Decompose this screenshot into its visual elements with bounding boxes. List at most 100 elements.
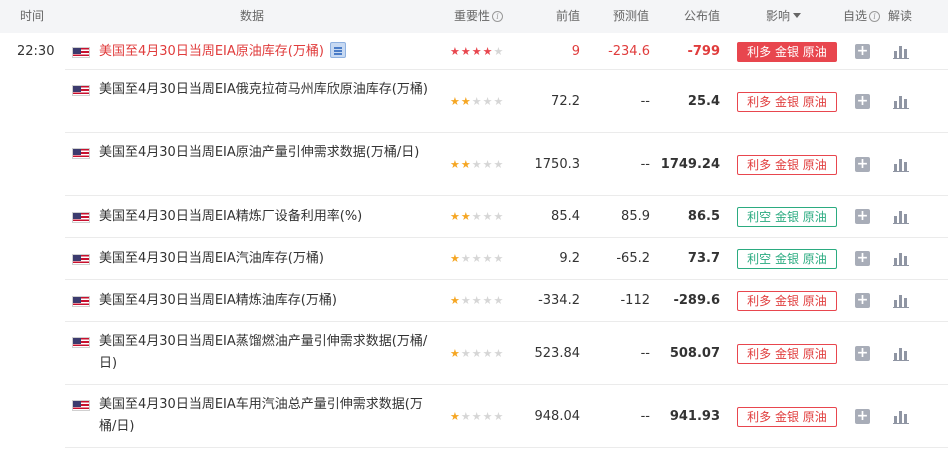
header-importance[interactable]: 重要性 i — [454, 0, 504, 33]
previous-value: 1750.3 — [534, 156, 581, 172]
previous-value: 85.4 — [551, 209, 580, 224]
star-icon: ★ — [482, 157, 494, 171]
forecast-value: -65.2 — [616, 251, 650, 266]
star-icon: ★ — [471, 210, 483, 223]
add-favorite-button[interactable]: + — [855, 293, 870, 308]
impact-badge: 利多 金银 原油 — [737, 343, 837, 364]
add-favorite-button[interactable]: + — [855, 345, 870, 361]
impact-badge: 利多 金银 原油 — [737, 406, 837, 427]
indicator-name[interactable]: 美国至4月30日当周EIA原油库存(万桶) — [99, 41, 439, 63]
bar-chart-icon[interactable] — [893, 347, 909, 361]
impact-badge: 利多 金银 原油 — [737, 41, 837, 62]
star-icon: ★ — [460, 94, 472, 108]
table-row: 22:30 美国至4月30日当周EIA原油库存(万桶) ★★★★★ 9 -234… — [0, 33, 948, 70]
header-forecast: 预测值 — [613, 9, 650, 23]
importance-stars: ★★★★★ — [450, 410, 504, 423]
forecast-value: -- — [640, 408, 650, 424]
indicator-name[interactable]: 美国至4月30日当周EIA蒸馏燃油产量引伸需求数据(万桶/日) — [99, 331, 439, 375]
star-icon: ★ — [460, 252, 472, 265]
info-icon[interactable]: i — [492, 11, 504, 22]
bar-chart-icon[interactable] — [893, 45, 909, 59]
bar-chart-icon[interactable] — [893, 294, 909, 308]
star-icon: ★ — [493, 94, 505, 108]
header-previous: 前值 — [556, 9, 581, 23]
star-icon: ★ — [482, 346, 494, 360]
impact-badge: 利空 金银 原油 — [737, 207, 837, 227]
table-row: 美国至4月30日当周EIA车用汽油总产量引伸需求数据(万桶/日) ★★★★★ 9… — [0, 385, 948, 448]
indicator-name[interactable]: 美国至4月30日当周EIA车用汽油总产量引伸需求数据(万桶/日) — [99, 394, 439, 438]
caret-down-icon[interactable] — [793, 13, 802, 18]
document-icon[interactable] — [329, 41, 346, 58]
star-icon: ★ — [450, 409, 461, 423]
add-favorite-button[interactable]: + — [855, 43, 870, 59]
star-icon: ★ — [482, 252, 494, 265]
impact-badge: 利空 金银 原油 — [737, 249, 837, 269]
bar-chart-icon[interactable] — [893, 210, 909, 224]
add-favorite-button[interactable]: + — [855, 93, 870, 109]
table-header: 时间 数据 重要性 i 前值 预测值 公布值 影响 自选 i 解读 — [0, 0, 948, 33]
star-icon: ★ — [450, 346, 461, 360]
star-icon: ★ — [482, 210, 494, 223]
previous-value: 9 — [571, 43, 580, 59]
star-icon: ★ — [450, 44, 461, 58]
forecast-value: -234.6 — [608, 43, 650, 59]
actual-value: 86.5 — [687, 209, 720, 224]
info-icon[interactable]: i — [869, 11, 881, 22]
forecast-value: -- — [640, 93, 650, 109]
star-icon: ★ — [460, 294, 472, 307]
previous-value: -334.2 — [538, 293, 580, 308]
forecast-value: -112 — [620, 293, 650, 308]
star-icon: ★ — [471, 157, 483, 171]
bar-chart-icon[interactable] — [893, 158, 909, 172]
star-icon: ★ — [460, 157, 472, 171]
star-icon: ★ — [471, 94, 483, 108]
release-time: 22:30 — [17, 43, 55, 59]
star-icon: ★ — [493, 346, 505, 360]
add-favorite-button[interactable]: + — [855, 156, 870, 172]
indicator-name[interactable]: 美国至4月30日当周EIA原油产量引伸需求数据(万桶/日) — [99, 142, 439, 164]
forecast-value: 85.9 — [621, 209, 650, 224]
bar-chart-icon[interactable] — [893, 252, 909, 266]
star-icon: ★ — [493, 294, 505, 307]
importance-stars: ★★★★★ — [450, 210, 504, 223]
add-favorite-button[interactable]: + — [855, 408, 870, 424]
us-flag-icon — [72, 46, 90, 58]
previous-value: 72.2 — [551, 93, 580, 109]
header-impact[interactable]: 影响 — [766, 0, 802, 33]
star-icon: ★ — [482, 409, 494, 423]
add-favorite-button[interactable]: + — [855, 209, 870, 224]
previous-value: 9.2 — [559, 251, 580, 266]
star-icon: ★ — [450, 210, 461, 223]
star-icon: ★ — [493, 409, 505, 423]
us-flag-icon — [72, 296, 90, 307]
star-icon: ★ — [493, 44, 505, 58]
star-icon: ★ — [460, 409, 472, 423]
us-flag-icon — [72, 148, 90, 159]
importance-stars: ★★★★★ — [450, 45, 504, 58]
star-icon: ★ — [482, 44, 494, 58]
add-favorite-button[interactable]: + — [855, 251, 870, 266]
importance-stars: ★★★★★ — [450, 294, 504, 307]
actual-value: 508.07 — [669, 345, 720, 361]
actual-value: 941.93 — [669, 408, 720, 424]
indicator-name[interactable]: 美国至4月30日当周EIA精炼厂设备利用率(%) — [99, 206, 439, 228]
actual-value: 73.7 — [687, 251, 720, 266]
importance-stars: ★★★★★ — [450, 252, 504, 265]
us-flag-icon — [72, 212, 90, 223]
us-flag-icon — [72, 254, 90, 265]
star-icon: ★ — [471, 409, 483, 423]
bar-chart-icon[interactable] — [893, 95, 909, 109]
star-icon: ★ — [471, 44, 483, 58]
table-row: 美国至4月30日当周EIA原油产量引伸需求数据(万桶/日) ★★★★★ 1750… — [0, 133, 948, 196]
indicator-name[interactable]: 美国至4月30日当周EIA精炼油库存(万桶) — [99, 290, 439, 312]
indicator-name[interactable]: 美国至4月30日当周EIA汽油库存(万桶) — [99, 248, 439, 270]
bar-chart-icon[interactable] — [893, 410, 909, 424]
header-interpret: 解读 — [888, 9, 913, 23]
header-favorite[interactable]: 自选 i — [843, 0, 881, 33]
indicator-name[interactable]: 美国至4月30日当周EIA俄克拉荷马州库欣原油库存(万桶) — [99, 79, 439, 101]
header-actual: 公布值 — [684, 9, 721, 23]
previous-value: 948.04 — [534, 408, 581, 424]
star-icon: ★ — [493, 210, 505, 223]
impact-badge: 利多 金银 原油 — [737, 154, 837, 175]
impact-badge: 利多 金银 原油 — [737, 91, 837, 112]
